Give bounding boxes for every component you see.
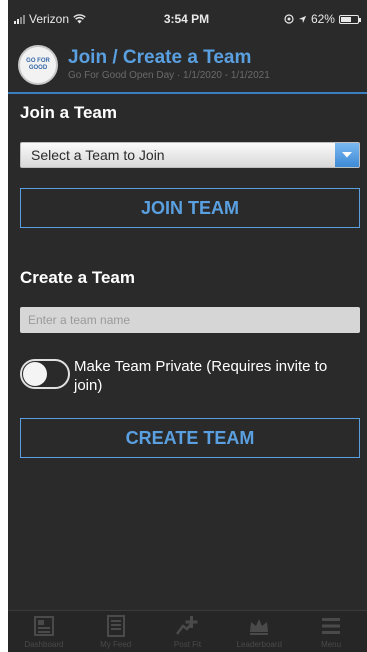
team-select[interactable]: Select a Team to Join	[20, 142, 360, 168]
tab-post-fit[interactable]: Post Fit	[157, 614, 217, 649]
bottom-tab-bar: Dashboard My Feed Post Fit Leaderboard M…	[8, 610, 367, 652]
tab-my-feed[interactable]: My Feed	[86, 614, 146, 649]
chevron-down-icon[interactable]	[335, 143, 359, 167]
list-icon	[106, 615, 125, 637]
signal-icon	[14, 14, 25, 24]
tab-leaderboard[interactable]: Leaderboard	[229, 614, 289, 649]
page-subtitle: Go For Good Open Day · 1/1/2020 - 1/1/20…	[68, 70, 270, 81]
menu-icon	[322, 618, 341, 634]
private-toggle-row: Make Team Private (Requires invite to jo…	[20, 357, 360, 395]
carrier-label: Verizon	[29, 12, 70, 26]
page-header: GO FOR GOOD Join / Create a Team Go For G…	[8, 38, 367, 94]
join-team-button[interactable]: JOIN TEAM	[20, 188, 360, 228]
tab-label: Menu	[321, 640, 342, 649]
tab-dashboard[interactable]: Dashboard	[14, 614, 74, 649]
create-section-title: Create a Team	[20, 268, 135, 287]
status-time: 3:54 PM	[163, 12, 210, 26]
battery-percent: 62%	[310, 12, 335, 26]
toggle-knob	[23, 362, 47, 386]
private-team-label: Make Team Private (Requires invite to jo…	[74, 358, 328, 394]
battery-icon	[338, 14, 361, 24]
private-team-toggle[interactable]	[20, 359, 70, 389]
tab-menu[interactable]: Menu	[301, 614, 361, 649]
battery-level	[340, 16, 351, 22]
tab-label: Dashboard	[24, 640, 64, 649]
team-name-input[interactable]	[20, 307, 360, 333]
app-screen: Verizon 3:54 PM 62% GO FOR GOOD Join / C…	[8, 0, 367, 652]
crown-icon	[250, 619, 269, 635]
dashboard-icon	[33, 616, 54, 636]
join-section-title: Join a Team	[20, 103, 117, 122]
tab-label: Leaderboard	[236, 640, 282, 649]
location-arrow-icon	[298, 15, 307, 23]
add-activity-icon	[176, 616, 198, 635]
team-select-value: Select a Team to Join	[31, 147, 165, 163]
tab-label: My Feed	[100, 640, 132, 649]
wifi-icon	[73, 14, 86, 24]
location-lock-icon	[284, 14, 294, 24]
tab-label: Post Fit	[173, 640, 202, 649]
page-title: Join / Create a Team	[68, 47, 252, 68]
event-logo: GO FOR GOOD	[18, 45, 58, 85]
create-team-button[interactable]: CREATE TEAM	[20, 418, 360, 458]
status-bar: Verizon 3:54 PM 62%	[8, 0, 367, 38]
